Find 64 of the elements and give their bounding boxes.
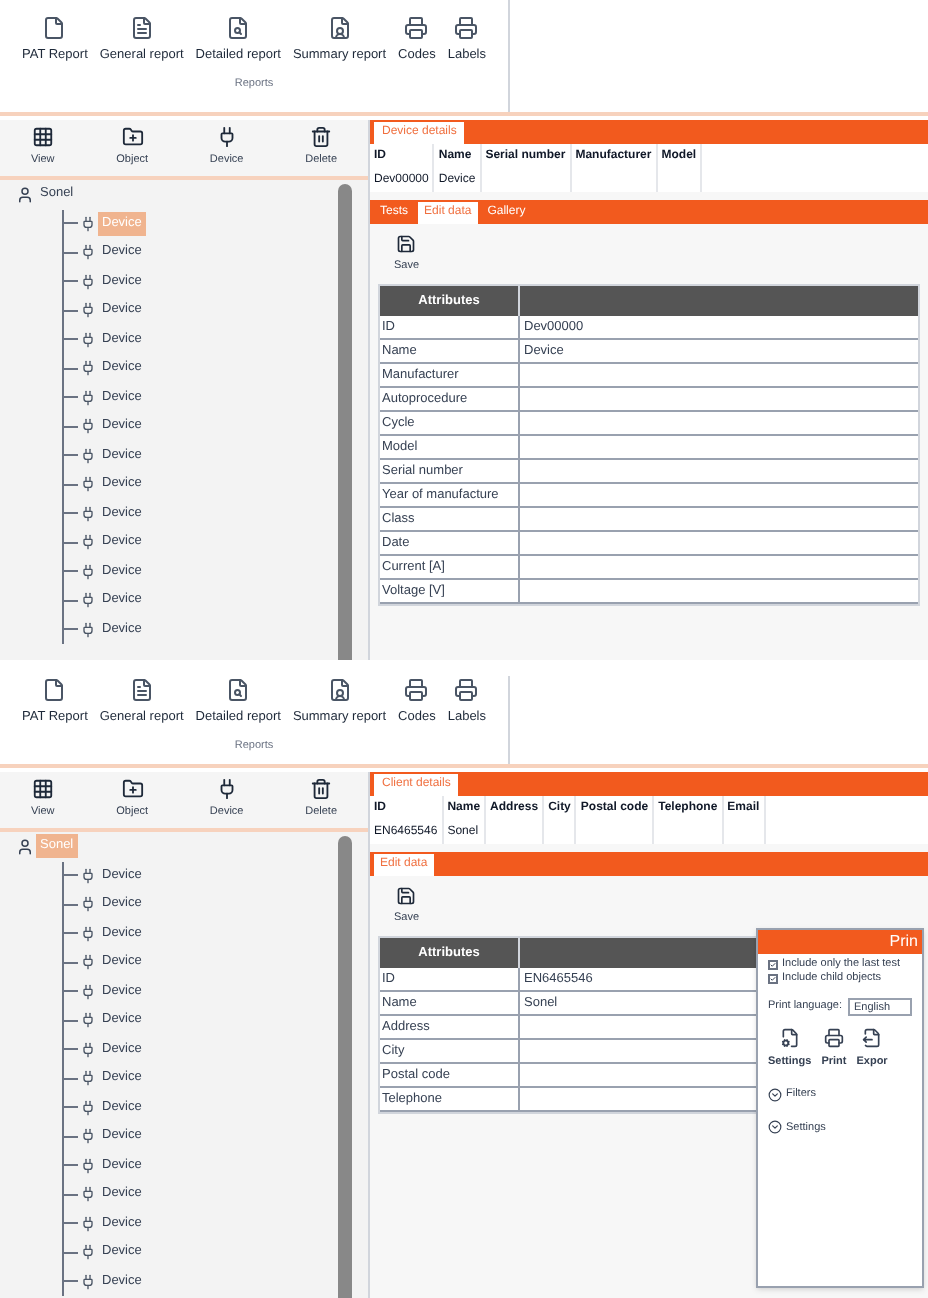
- plug-icon: [80, 505, 96, 522]
- plug-icon: [215, 126, 238, 149]
- plug-icon: [80, 331, 96, 348]
- plug-icon: [80, 1244, 96, 1261]
- plug-icon: [80, 244, 96, 261]
- trash-icon: [310, 126, 333, 149]
- person-icon: [16, 185, 34, 204]
- plug-icon: [80, 1070, 96, 1087]
- scrollbar[interactable]: [338, 184, 352, 660]
- document-person-icon: [327, 16, 352, 40]
- plug-icon: [80, 867, 96, 884]
- save-icon: [396, 886, 417, 906]
- printer-icon: [823, 1028, 844, 1048]
- plug-icon: [80, 1157, 96, 1174]
- chevron-icon: [768, 1120, 782, 1135]
- printer-icon: [404, 678, 429, 702]
- checkbox[interactable]: [768, 960, 778, 970]
- plug-icon: [80, 1215, 96, 1232]
- folder-plus-icon: [121, 778, 144, 801]
- person-icon: [16, 837, 34, 856]
- save-icon: [396, 234, 417, 254]
- export-icon: [862, 1028, 883, 1048]
- plug-icon: [80, 925, 96, 942]
- document-icon: [42, 16, 67, 40]
- dialog-title: Prin: [889, 930, 918, 954]
- plug-icon: [80, 389, 96, 406]
- plug-icon: [80, 1128, 96, 1145]
- document-icon: [42, 678, 67, 702]
- plug-icon: [80, 360, 96, 377]
- plug-icon: [80, 302, 96, 319]
- plug-icon: [80, 215, 96, 232]
- plug-icon: [80, 447, 96, 464]
- plug-icon: [80, 621, 96, 638]
- plug-icon: [80, 592, 96, 609]
- plug-icon: [80, 983, 96, 1000]
- plug-icon: [215, 778, 238, 801]
- plug-icon: [80, 954, 96, 971]
- document-icon: [129, 678, 154, 702]
- scrollbar[interactable]: [338, 836, 352, 1298]
- grid-icon: [31, 126, 54, 149]
- plug-icon: [80, 273, 96, 290]
- document-search-icon: [226, 16, 251, 40]
- plug-icon: [80, 534, 96, 551]
- printer-icon: [454, 678, 479, 702]
- checkbox[interactable]: [768, 974, 778, 984]
- chevron-icon: [768, 1087, 782, 1102]
- document-person-icon: [327, 678, 352, 702]
- plug-icon: [80, 563, 96, 580]
- plug-icon: [80, 476, 96, 493]
- plug-icon: [80, 1041, 96, 1058]
- printer-icon: [454, 16, 479, 40]
- plug-icon: [80, 1186, 96, 1203]
- document-search-icon: [226, 678, 251, 702]
- plug-icon: [80, 1012, 96, 1029]
- trash-icon: [310, 778, 333, 801]
- plug-icon: [80, 418, 96, 435]
- document-icon: [129, 16, 154, 40]
- folder-plus-icon: [121, 126, 144, 149]
- printer-icon: [404, 16, 429, 40]
- plug-icon: [80, 1273, 96, 1290]
- grid-icon: [31, 778, 54, 801]
- document-gear-icon: [779, 1028, 800, 1048]
- plug-icon: [80, 1099, 96, 1116]
- plug-icon: [80, 896, 96, 913]
